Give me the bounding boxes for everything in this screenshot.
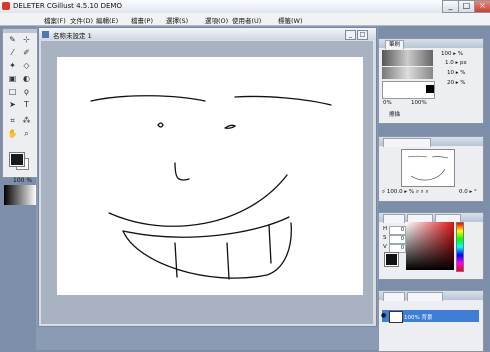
palette-grip[interactable] <box>3 29 37 33</box>
brush-size[interactable]: 1.0 ▸ px <box>445 60 467 66</box>
hand-tool-icon[interactable]: ✋ <box>7 128 18 139</box>
teeth-top-stroke <box>122 216 290 238</box>
brush-mode-label[interactable]: 擦描 <box>389 110 400 118</box>
color-panel-swatch[interactable] <box>384 252 399 267</box>
tab-brush[interactable]: 筆刷 <box>385 40 405 49</box>
document-title: 名称未設定 1 <box>53 32 92 40</box>
layer-name: 100% 背景 <box>404 315 433 321</box>
navigator-thumbnail[interactable] <box>401 149 455 187</box>
lasso-tool-icon[interactable]: ϙ <box>21 86 32 97</box>
gradient-preview <box>4 185 36 205</box>
minimize-button[interactable]: _ <box>442 0 459 13</box>
color-label-h: H <box>383 226 388 232</box>
layer-thumbnail <box>389 311 403 323</box>
brush-color-swatch[interactable] <box>426 85 434 93</box>
color-picker-square[interactable] <box>406 222 454 270</box>
crop-tool-icon[interactable]: ⌗ <box>7 115 18 126</box>
arrow-tool-icon[interactable]: ➤ <box>7 99 18 110</box>
brush-panel-header: 筆刷 <box>379 39 483 49</box>
toolbox-zoom-readout: 100 % <box>13 177 33 184</box>
tab-navigator[interactable] <box>383 138 431 147</box>
layer-panel-header <box>379 291 483 301</box>
maximize-button[interactable]: □ <box>458 0 475 13</box>
brush-spacing[interactable]: 20 ▸ % <box>447 80 466 86</box>
menu-options[interactable]: 選項(O) <box>205 15 228 25</box>
navigator-panel: ⌕ 100.0 ▸ % ⌕ ⌕ ⌕ 0.0 ▸ ° <box>378 136 484 202</box>
app-icon <box>2 2 10 10</box>
window-title: DELETER CGillust 4.5.10 DEMO <box>13 2 122 10</box>
brush-preview-1[interactable] <box>382 50 433 66</box>
brush-pct-left: 0% <box>383 100 392 106</box>
eyedropper-tool-icon[interactable]: ⁂ <box>21 115 32 126</box>
text-tool-icon[interactable]: T <box>21 99 32 110</box>
document-icon <box>42 31 49 38</box>
tab-layer-2[interactable] <box>407 292 443 301</box>
document-title-bar: 名称未設定 1 _ □ <box>39 28 376 40</box>
pen-tool-icon[interactable]: ✎ <box>7 34 18 45</box>
color-label-v: V <box>383 244 387 250</box>
doc-maximize-button[interactable]: □ <box>357 30 368 40</box>
brush-min[interactable]: 10 ▸ % <box>447 70 466 76</box>
nose-stroke <box>174 162 190 181</box>
close-button[interactable]: × <box>474 0 490 13</box>
eye-icon[interactable]: ● <box>381 313 387 319</box>
menu-edit[interactable]: 編輯(E) <box>96 15 118 25</box>
menu-paint[interactable]: 檔畫(P) <box>131 15 153 25</box>
navigator-zoom[interactable]: ⌕ 100.0 ▸ % ⌕ ⌕ ⌕ <box>382 189 429 196</box>
zoom-tool-icon[interactable]: ⌕ <box>21 128 32 139</box>
color-field-v[interactable]: 0 <box>389 244 406 253</box>
tab-layer[interactable] <box>383 292 405 301</box>
navigator-face-preview <box>407 155 449 181</box>
tooth-line-1 <box>174 242 178 278</box>
left-eyebrow-stroke <box>90 95 206 102</box>
color-field-s[interactable]: 0 <box>389 235 406 244</box>
eraser-tool-icon[interactable]: ◇ <box>21 60 32 71</box>
airbrush-tool-icon[interactable]: ✦ <box>7 60 18 71</box>
brush-panel: 筆刷 100 ▸ % 1.0 ▸ px 10 ▸ % 20 ▸ % 0% 100… <box>378 38 484 124</box>
menu-file[interactable]: 檔案(F) <box>44 15 66 25</box>
menu-window[interactable]: 標籤(W) <box>278 15 303 25</box>
drawing-canvas[interactable] <box>57 57 363 295</box>
jaw-stroke <box>122 222 292 279</box>
right-eyebrow-stroke <box>234 95 332 106</box>
pencil-tool-icon[interactable]: ✐ <box>21 47 32 58</box>
brush-opacity[interactable]: 100 ▸ % <box>441 51 463 57</box>
move-tool-icon[interactable]: ⊹ <box>21 34 32 45</box>
color-panel-header <box>379 213 483 223</box>
color-label-s: S <box>383 235 387 241</box>
left-eye-stroke <box>157 122 164 128</box>
tooth-line-3 <box>268 224 272 264</box>
color-field-h[interactable]: 0 <box>389 226 406 235</box>
brush-preview-2[interactable] <box>382 67 433 79</box>
window-title-bar: DELETER CGillust 4.5.10 DEMO _ □ × <box>0 0 490 14</box>
navigator-panel-header <box>379 137 483 147</box>
menu-user[interactable]: 使用者(U) <box>232 15 261 25</box>
smile-stroke <box>108 174 288 227</box>
tooth-line-2 <box>226 242 230 280</box>
select-rect-icon[interactable]: □ <box>7 86 18 97</box>
fill-tool-icon[interactable]: ▣ <box>7 73 18 84</box>
doc-minimize-button[interactable]: _ <box>345 30 356 40</box>
menu-select[interactable]: 選擇(S) <box>166 15 188 25</box>
menu-bar: 檔案(F) 文件(D) 編輯(E) 檔畫(P) 選擇(S) 選項(O) 使用者(… <box>0 13 490 26</box>
menu-document[interactable]: 文件(D) <box>70 15 93 25</box>
brush-tool-icon[interactable]: ⁄ <box>7 47 18 58</box>
face-drawing <box>90 95 332 280</box>
navigator-rotation[interactable]: 0.0 ▸ ° <box>459 189 477 195</box>
tool-palette: ✎ ⊹ ⁄ ✐ ✦ ◇ ▣ ◐ □ ϙ ➤ T ⌗ ⁂ ✋ ⌕ 100 % <box>2 28 38 205</box>
foreground-color-swatch[interactable] <box>9 152 25 167</box>
tab-color[interactable] <box>383 214 405 223</box>
right-eye-stroke <box>224 124 237 129</box>
hue-slider[interactable] <box>456 222 464 272</box>
brush-pct-right: 100% <box>411 100 427 106</box>
gradient-tool-icon[interactable]: ◐ <box>21 73 32 84</box>
